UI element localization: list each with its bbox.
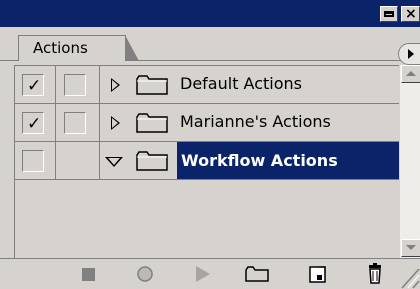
new-set-icon[interactable] (244, 259, 270, 289)
stop-icon[interactable] (78, 259, 100, 289)
scroll-down-button[interactable] (401, 239, 420, 257)
tab-actions[interactable]: Actions (18, 35, 139, 61)
close-button[interactable]: × (401, 6, 420, 22)
panel-menu-button[interactable] (398, 43, 420, 65)
expand-triangle-icon[interactable] (111, 78, 120, 92)
vertical-scrollbar[interactable] (399, 65, 420, 258)
delete-icon[interactable] (364, 259, 386, 289)
checkmark-icon: ✓ (27, 114, 42, 134)
actions-list: ✓ Default Actions ✓ Marianne's Actions W… (14, 65, 404, 258)
resize-grip-icon[interactable] (398, 265, 420, 289)
tab-actions-label: Actions (33, 39, 88, 57)
folder-icon (136, 75, 168, 95)
toggle-cell: ✓ (15, 104, 56, 141)
toggle-cell (15, 142, 56, 179)
list-item[interactable]: ✓ Default Actions (15, 66, 404, 104)
close-icon: × (405, 6, 417, 22)
checkmark-icon: ✓ (27, 76, 42, 96)
action-set-label: Workflow Actions (177, 142, 404, 179)
dialog-toggle-checkbox[interactable] (64, 74, 86, 96)
action-set-label: Default Actions (180, 74, 302, 93)
expand-triangle-icon[interactable] (111, 116, 120, 130)
collapse-triangle-icon[interactable] (105, 157, 123, 167)
item-toggle-checkbox[interactable] (22, 150, 44, 172)
new-action-icon[interactable] (306, 259, 330, 289)
actions-toolbar (0, 258, 420, 289)
action-set-label: Marianne's Actions (180, 112, 331, 131)
title-bar: × (0, 0, 420, 27)
tab-row: Actions (0, 27, 420, 65)
item-toggle-checkbox[interactable]: ✓ (22, 74, 44, 96)
folder-icon (136, 151, 168, 171)
toggle-cell: ✓ (15, 66, 56, 103)
minimize-button[interactable] (380, 6, 398, 22)
dialog-cell (56, 66, 100, 103)
folder-icon (136, 113, 168, 133)
play-icon[interactable] (192, 259, 214, 289)
dialog-cell (56, 142, 100, 179)
dialog-cell (56, 104, 100, 141)
record-icon[interactable] (134, 259, 156, 289)
list-item[interactable]: Workflow Actions (15, 142, 404, 180)
dialog-toggle-checkbox[interactable] (64, 112, 86, 134)
scroll-up-button[interactable] (401, 65, 420, 83)
list-item[interactable]: ✓ Marianne's Actions (15, 104, 404, 142)
item-toggle-checkbox[interactable]: ✓ (22, 112, 44, 134)
